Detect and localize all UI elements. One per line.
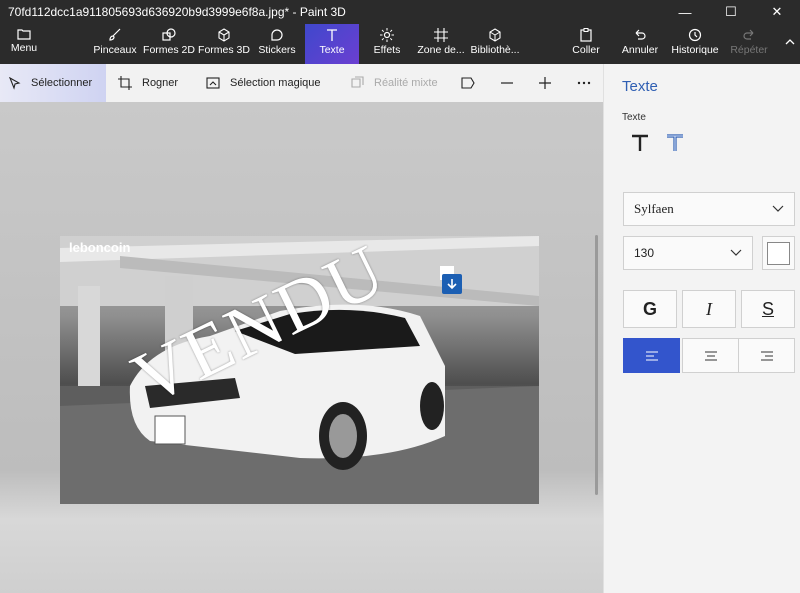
tool-label: Pinceaux	[93, 44, 137, 56]
align-right-icon	[760, 350, 773, 361]
panel-section-label: Texte	[622, 112, 646, 123]
redo-icon	[743, 29, 754, 40]
align-right-button[interactable]	[738, 338, 795, 373]
align-left-icon	[645, 350, 658, 361]
paste-button[interactable]: Coller	[568, 24, 604, 64]
shapes-2d-icon	[162, 28, 176, 41]
text-2d-icon	[632, 134, 648, 151]
tool-brushes[interactable]: Pinceaux	[93, 24, 137, 64]
align-left-button[interactable]	[623, 338, 680, 373]
tool-label: Stickers	[258, 44, 296, 56]
sun-icon	[380, 28, 394, 42]
plus-icon	[539, 77, 551, 89]
title-bar: 70fd112dcc1a911805693d636920b9d3999e6f8a…	[0, 0, 800, 24]
ribbon: Menu Pinceaux Formes 2D Formes 3D Sticke…	[0, 24, 800, 64]
redo-button[interactable]: Répéter	[728, 24, 770, 64]
tool-label: Effets	[373, 44, 401, 56]
toolbar: Sélectionner Rogner Sélection magique Ré…	[0, 64, 603, 102]
select-label: Sélectionner	[31, 77, 93, 89]
crop-button[interactable]: Rogner	[118, 64, 178, 102]
chevron-up-icon	[785, 39, 795, 45]
folder-icon	[17, 29, 31, 40]
undo-icon	[635, 29, 646, 40]
canvas-icon	[434, 28, 448, 42]
align-center-icon	[704, 350, 717, 361]
underline-button[interactable]: S	[741, 290, 795, 328]
download-arrow-icon	[442, 274, 462, 294]
menu-button[interactable]: Menu	[6, 24, 42, 64]
font-family-dropdown[interactable]: Sylfaen	[623, 192, 795, 226]
tool-label: Bibliothè...	[470, 44, 520, 56]
text-color-button[interactable]	[762, 236, 795, 270]
cube-icon	[218, 28, 230, 42]
tool-shapes-3d[interactable]: Formes 3D	[198, 24, 250, 64]
flag-view-icon	[461, 77, 475, 89]
tool-canvas[interactable]: Zone de...	[416, 24, 466, 64]
close-button[interactable]: ✕	[754, 0, 800, 24]
text-3d-icon	[667, 134, 683, 151]
chevron-down-icon	[772, 205, 784, 212]
text-icon	[327, 29, 337, 41]
minimize-button[interactable]: —	[662, 0, 708, 24]
clipboard-icon	[580, 28, 592, 42]
magic-select-icon	[206, 77, 220, 89]
maximize-button[interactable]: ☐	[708, 0, 754, 24]
font-size-value: 130	[634, 246, 655, 260]
sticker-icon	[271, 29, 283, 41]
collapse-ribbon-button[interactable]	[782, 24, 798, 64]
tool-text[interactable]: Texte	[305, 24, 359, 64]
font-family-value: Sylfaen	[634, 201, 674, 216]
more-options-button[interactable]	[577, 64, 591, 102]
text-properties-panel: Texte Texte Sylfaen 130 G I S	[603, 64, 800, 593]
redo-label: Répéter	[730, 44, 768, 56]
vertical-scrollbar[interactable]	[595, 235, 598, 495]
canvas-image[interactable]: leboncoin VENDU	[60, 236, 539, 504]
tool-label: Formes 2D	[143, 44, 195, 56]
paste-label: Coller	[572, 44, 600, 56]
history-icon	[688, 28, 702, 42]
text-3d-button[interactable]	[664, 132, 686, 154]
magic-select-button[interactable]: Sélection magique	[206, 64, 321, 102]
zoom-out-button[interactable]	[500, 64, 514, 102]
zoom-in-button[interactable]	[538, 64, 552, 102]
library-icon	[489, 28, 501, 42]
chevron-down-icon	[730, 249, 742, 256]
undo-button[interactable]: Annuler	[620, 24, 660, 64]
tool-label: Formes 3D	[198, 44, 250, 56]
select-button[interactable]: Sélectionner	[0, 64, 106, 102]
history-label: Historique	[671, 44, 719, 56]
tool-label: Zone de...	[417, 44, 465, 56]
mixed-reality-button[interactable]: Réalité mixte	[350, 64, 438, 102]
leboncoin-logo: leboncoin	[69, 240, 131, 255]
magic-select-label: Sélection magique	[230, 77, 321, 89]
crop-label: Rogner	[142, 77, 179, 89]
font-size-dropdown[interactable]: 130	[623, 236, 753, 270]
minus-icon	[501, 82, 513, 84]
tool-library[interactable]: Bibliothè...	[470, 24, 520, 64]
text-2d-button[interactable]	[629, 132, 651, 154]
crop-icon	[118, 76, 132, 90]
tool-effects[interactable]: Effets	[368, 24, 406, 64]
tool-stickers[interactable]: Stickers	[256, 24, 298, 64]
undo-label: Annuler	[621, 44, 659, 56]
mixed-reality-icon	[351, 76, 364, 88]
brush-icon	[109, 28, 121, 41]
window-title: 70fd112dcc1a911805693d636920b9d3999e6f8a…	[8, 5, 346, 19]
mixed-reality-label: Réalité mixte	[374, 77, 438, 89]
tool-shapes-2d[interactable]: Formes 2D	[143, 24, 195, 64]
bold-button[interactable]: G	[623, 290, 677, 328]
panel-title: Texte	[622, 78, 658, 95]
view-3d-button[interactable]	[461, 64, 475, 102]
align-center-button[interactable]	[682, 338, 739, 373]
history-button[interactable]: Historique	[668, 24, 722, 64]
pointer-icon	[9, 76, 21, 90]
menu-label: Menu	[10, 42, 38, 54]
italic-button[interactable]: I	[682, 290, 736, 328]
text-color-swatch	[767, 241, 790, 265]
ellipsis-icon	[577, 81, 591, 85]
tool-label: Texte	[319, 44, 345, 56]
